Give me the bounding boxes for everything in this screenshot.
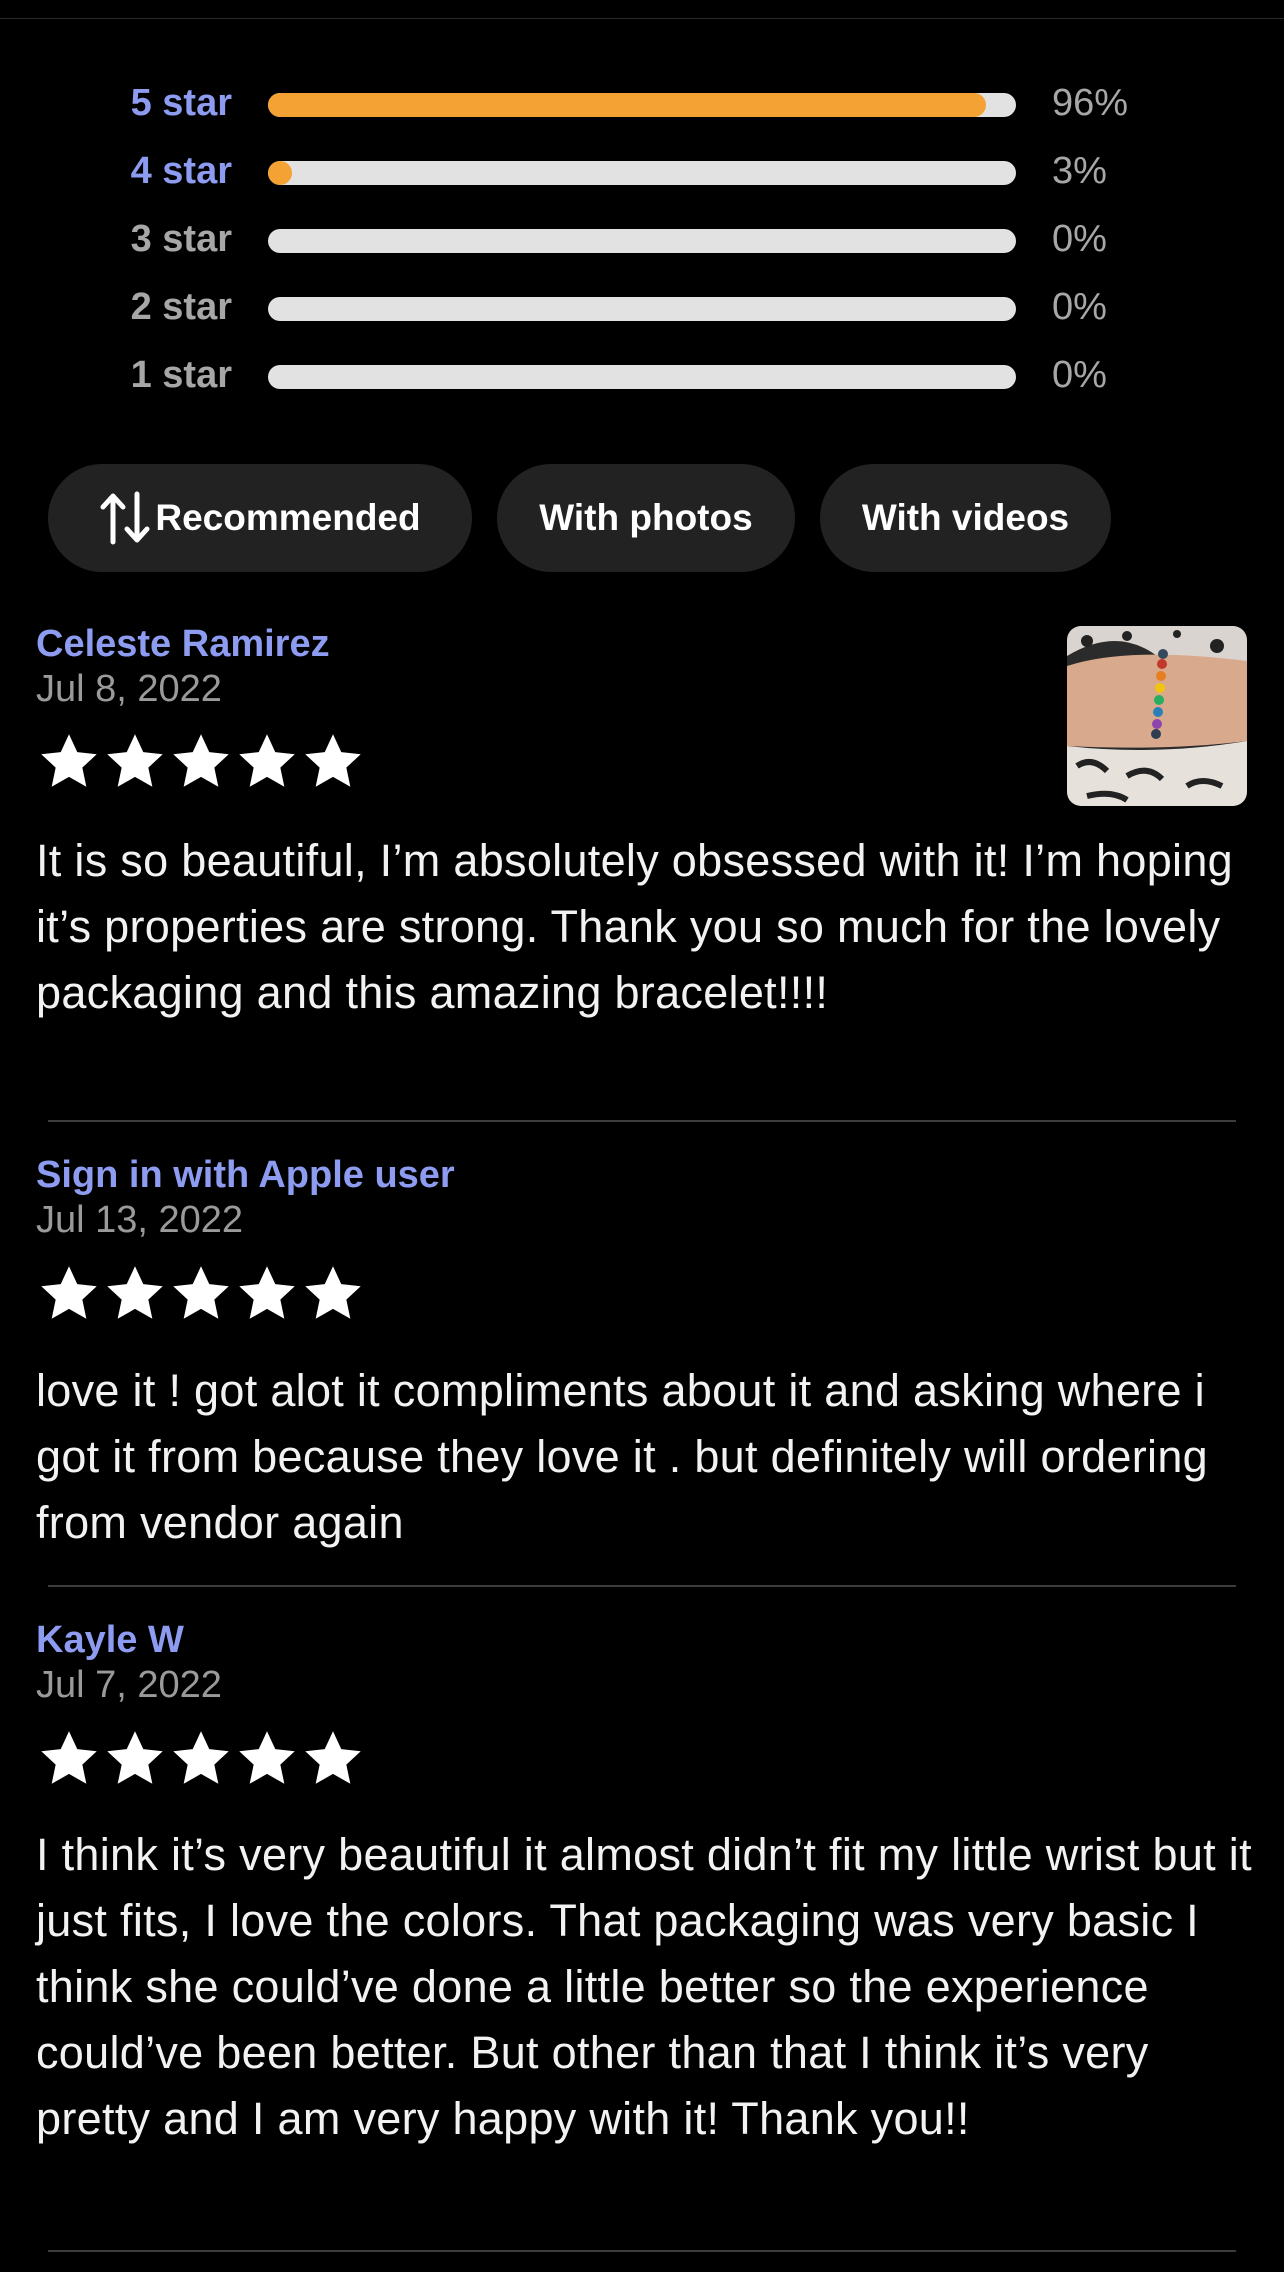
filter-with-videos-button[interactable]: With videos [820, 464, 1111, 572]
review-photo-thumbnail[interactable] [1067, 626, 1247, 806]
star-rating [36, 730, 366, 794]
star-icon [107, 1266, 163, 1319]
rating-percent: 0% [1052, 218, 1107, 260]
star-icon [41, 1731, 97, 1784]
rating-label: 4 star [130, 150, 232, 192]
star-icon [107, 734, 163, 787]
review-text: It is so beautiful, I’m absolutely obses… [36, 835, 1233, 1018]
review-date: Jul 13, 2022 [36, 1199, 244, 1241]
rating-bar-fill [268, 93, 987, 117]
star-icon [239, 734, 295, 787]
rating-percent: 96% [1052, 82, 1129, 124]
review-divider [48, 2250, 1236, 2252]
rating-bar-fill [268, 161, 292, 185]
rating-bar [268, 93, 1016, 117]
review-date: Jul 8, 2022 [36, 668, 222, 710]
rating-percent: 0% [1052, 286, 1107, 328]
sort-label: Recommended [155, 497, 421, 538]
bracelet-photo-image [1067, 626, 1247, 806]
top-divider [0, 18, 1284, 19]
star-icon [305, 1266, 361, 1319]
star-rating [36, 1727, 366, 1791]
rating-row-1: 1 star 0% [0, 344, 1284, 404]
star-icon [239, 1731, 295, 1784]
rating-row-2: 2 star 0% [0, 276, 1284, 336]
rating-label: 1 star [130, 354, 232, 396]
review-text: I think it’s very beautiful it almost di… [36, 1829, 1252, 2144]
review-divider [48, 1120, 1236, 1122]
star-icon [41, 734, 97, 787]
star-icon [305, 734, 361, 787]
filter-label: With photos [539, 497, 753, 538]
rating-label: 3 star [130, 218, 232, 260]
rating-bar [268, 229, 1016, 253]
rating-percent: 0% [1052, 354, 1107, 396]
star-icon [305, 1731, 361, 1784]
rating-row-3: 3 star 0% [0, 208, 1284, 268]
star-icon [107, 1731, 163, 1784]
sort-recommended-button[interactable]: Recommended [48, 464, 472, 572]
review-date: Jul 7, 2022 [36, 1664, 222, 1706]
rating-row-4[interactable]: 4 star 3% [0, 140, 1284, 200]
rating-label: 5 star [130, 82, 232, 124]
sort-arrows-icon [100, 491, 150, 545]
reviewer-name[interactable]: Celeste Ramirez [36, 623, 330, 666]
review-text: love it ! got alot it compliments about … [36, 1365, 1208, 1548]
reviewer-name[interactable]: Sign in with Apple user [36, 1154, 455, 1197]
rating-percent: 3% [1052, 150, 1107, 192]
rating-bar [268, 161, 1016, 185]
star-icon [239, 1266, 295, 1319]
rating-bar [268, 365, 1016, 389]
star-icon [173, 1731, 229, 1784]
rating-bar [268, 297, 1016, 321]
reviewer-name[interactable]: Kayle W [36, 1619, 184, 1662]
filter-label: With videos [861, 497, 1070, 538]
rating-label: 2 star [130, 286, 232, 328]
star-icon [173, 1266, 229, 1319]
filter-with-photos-button[interactable]: With photos [497, 464, 795, 572]
rating-row-5[interactable]: 5 star 96% [0, 72, 1284, 132]
review-divider [48, 1585, 1236, 1587]
star-icon [41, 1266, 97, 1319]
star-rating [36, 1262, 366, 1326]
star-icon [173, 734, 229, 787]
